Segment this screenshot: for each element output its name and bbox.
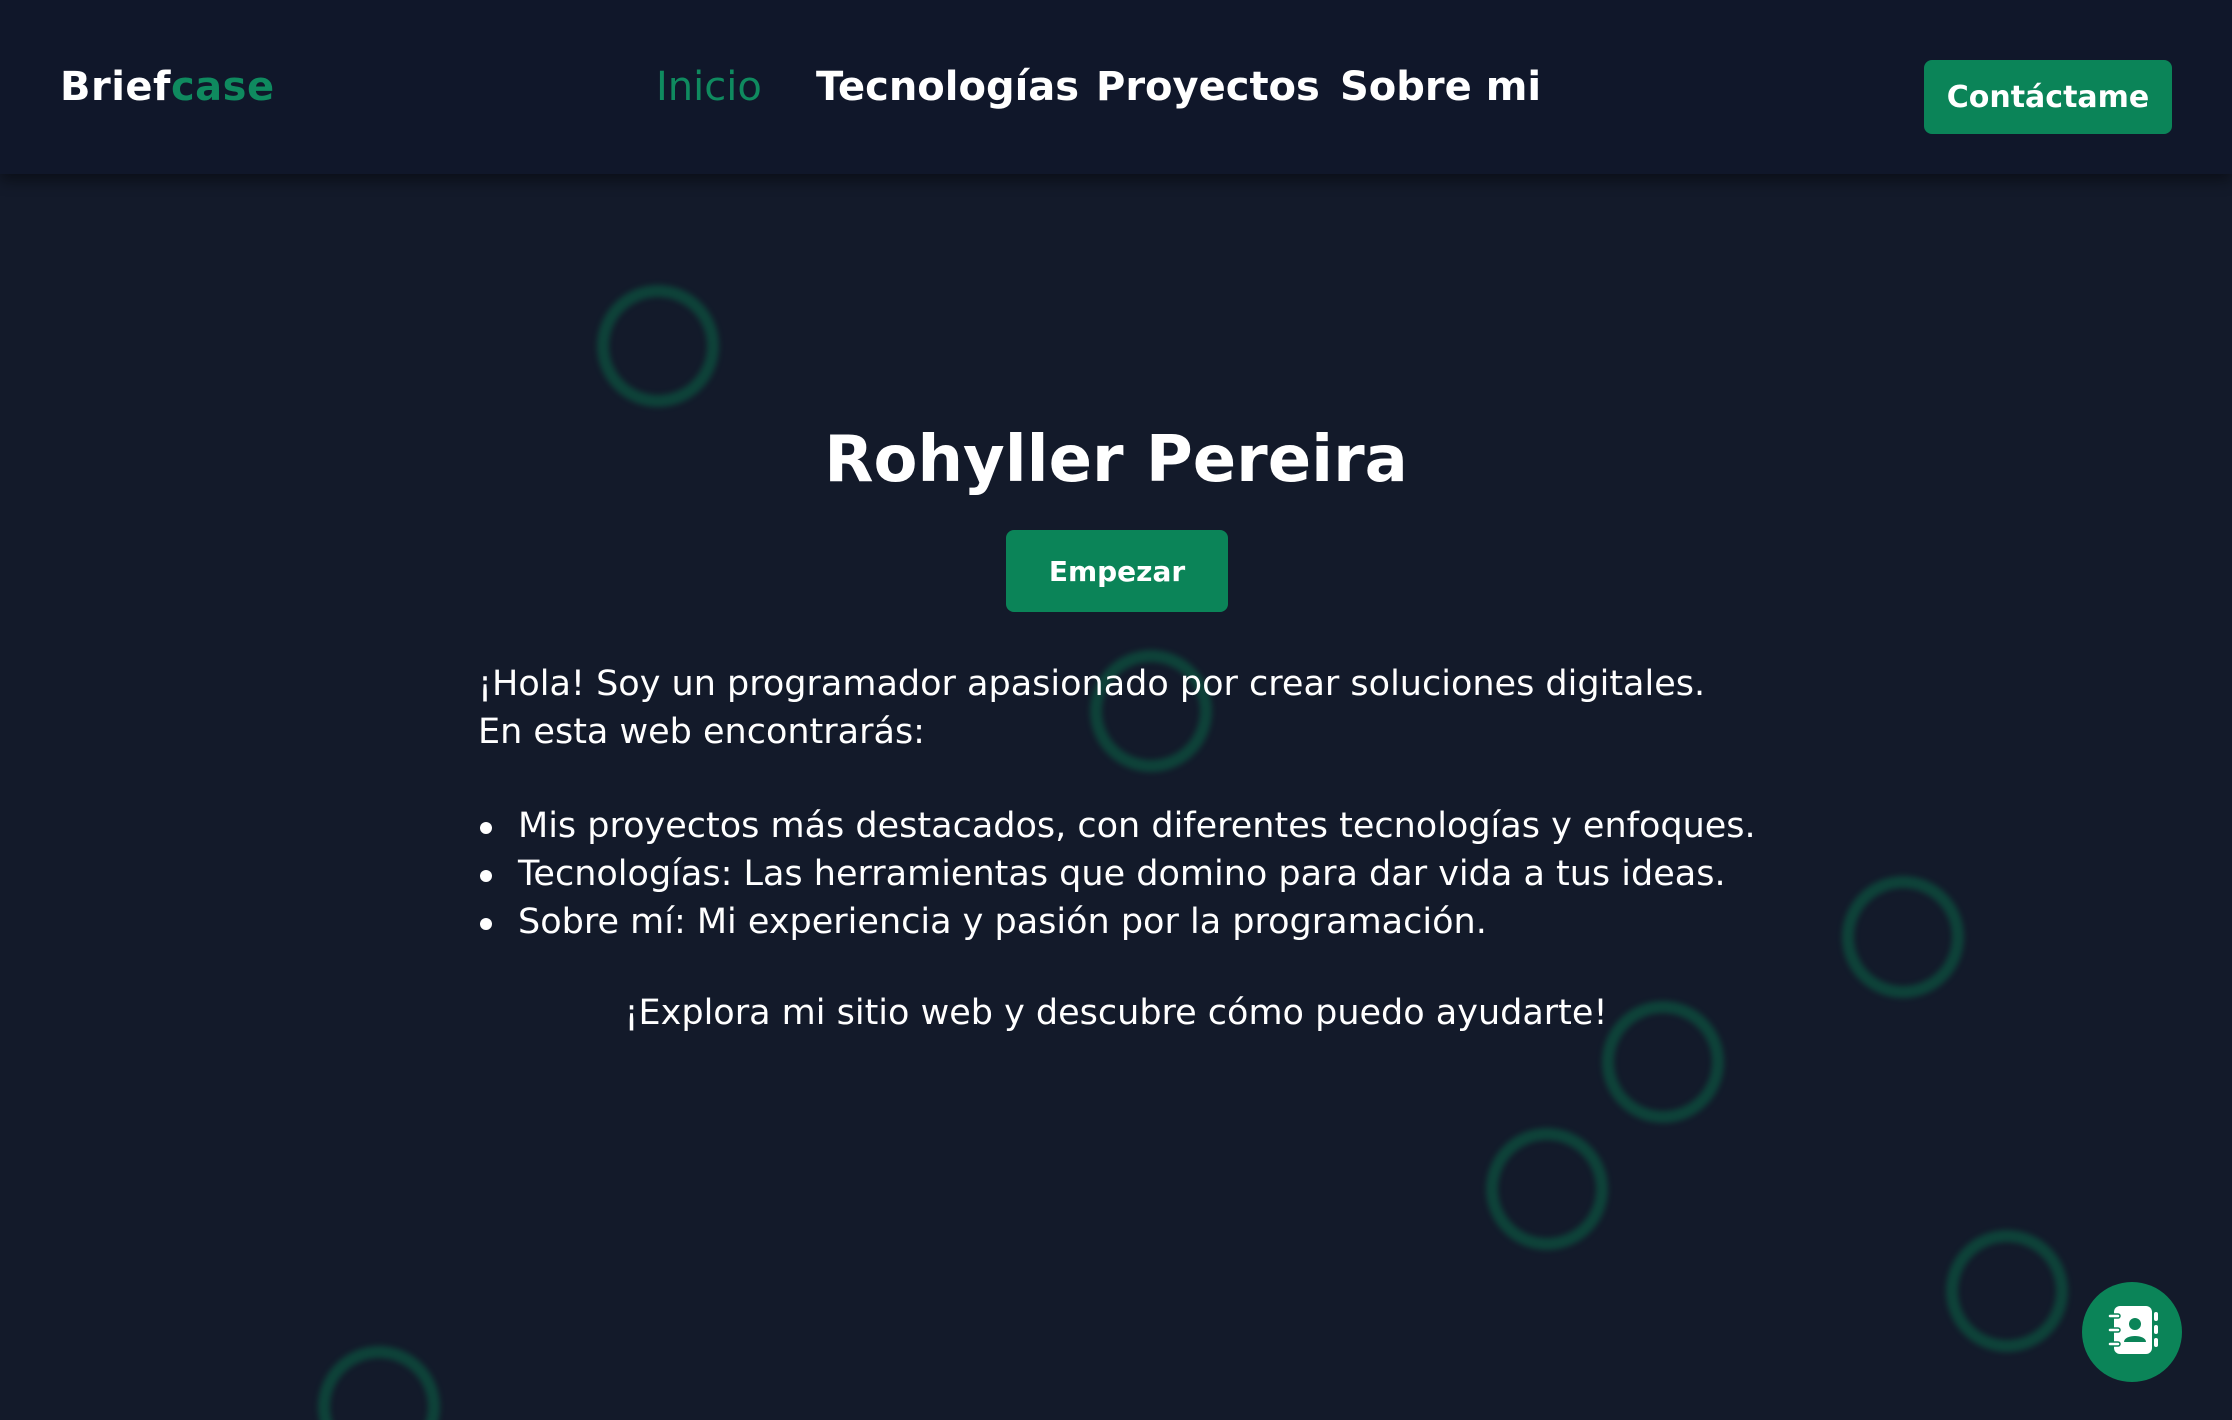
list-item: Mis proyectos más destacados, con difere… [478, 802, 1778, 850]
decorative-ring [1486, 1128, 1608, 1250]
site-header: Briefcase Inicio Tecnologías Proyectos S… [0, 0, 2232, 174]
decorative-ring [597, 285, 719, 407]
intro-line: ¡Hola! Soy un programador apasionado por… [478, 664, 1706, 704]
nav-item-inicio[interactable]: Inicio [656, 62, 762, 112]
intro-line: En esta web encontrarás: [478, 712, 925, 752]
contact-button[interactable]: Contáctame [1924, 60, 2172, 134]
nav-item-proyectos[interactable]: Proyectos [1096, 62, 1320, 112]
nav-item-sobre-mi[interactable]: Sobre mi [1340, 62, 1541, 112]
contact-book-fab[interactable] [2082, 1282, 2182, 1382]
decorative-ring [1842, 876, 1964, 998]
hero-title: Rohyller Pereira [824, 423, 1408, 497]
intro-text: ¡Hola! Soy un programador apasionado por… [478, 660, 1778, 946]
list-item: Sobre mí: Mi experiencia y pasión por la… [478, 898, 1778, 946]
page: Briefcase Inicio Tecnologías Proyectos S… [0, 0, 2232, 1420]
decorative-ring [1946, 1230, 2068, 1352]
closing-text: ¡Explora mi sitio web y descubre cómo pu… [624, 993, 1608, 1033]
contact-book-icon [2100, 1298, 2164, 1366]
list-item: Tecnologías: Las herramientas que domino… [478, 850, 1778, 898]
main-nav: Inicio Tecnologías Proyectos Sobre mi [0, 62, 2232, 112]
start-button[interactable]: Empezar [1006, 530, 1228, 612]
nav-item-tecnologias[interactable]: Tecnologías [816, 62, 1079, 112]
feature-list: Mis proyectos más destacados, con difere… [478, 802, 1778, 946]
decorative-ring [318, 1346, 440, 1420]
